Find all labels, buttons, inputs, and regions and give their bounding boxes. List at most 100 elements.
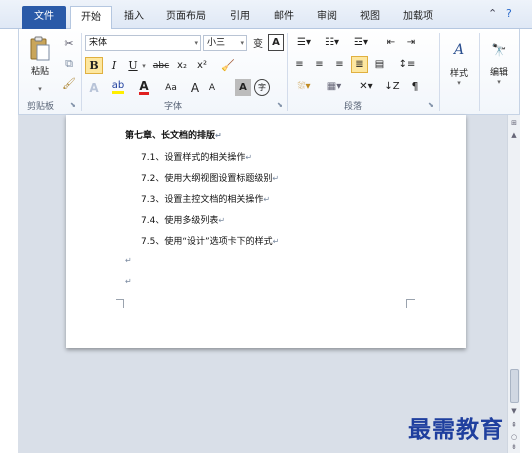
list-item[interactable]: 7.3、设置主控文档的相关操作↵	[141, 192, 270, 205]
document-canvas[interactable]: 第七章、长文档的排版↵ 7.1、设置样式的相关操作↵ 7.2、使用大纲视图设置标…	[18, 115, 507, 453]
align-left-icon[interactable]: ≡	[291, 56, 308, 73]
list-item-text: 7.4、使用多级列表	[141, 216, 219, 226]
underline-dropdown-icon[interactable]: ▾	[140, 57, 148, 74]
font-name-value: 宋体	[89, 38, 108, 48]
document-page[interactable]: 第七章、长文档的排版↵ 7.1、设置样式的相关操作↵ 7.2、使用大纲视图设置标…	[66, 115, 466, 348]
shrink-font-button[interactable]: A	[204, 79, 220, 96]
chapter-heading-text: 第七章、长文档的排版	[125, 131, 216, 141]
align-center-icon[interactable]: ≡	[311, 56, 328, 73]
list-item[interactable]: 7.4、使用多级列表↵	[141, 213, 225, 226]
tab-view[interactable]: 视图	[360, 6, 380, 29]
paragraph-mark-icon: ↵	[272, 237, 280, 246]
change-case-button[interactable]: Aa	[159, 79, 183, 96]
underline-button[interactable]: U	[125, 57, 141, 74]
align-right-icon[interactable]: ≡	[331, 56, 348, 73]
clipboard-icon	[30, 36, 50, 60]
numbering-icon[interactable]: ☷▾	[319, 34, 345, 51]
superscript-button[interactable]: x²	[193, 57, 211, 74]
find-binoculars-icon: 🔭	[491, 42, 507, 57]
font-name-select[interactable]: 宋体 ▾	[85, 35, 201, 51]
clear-formatting-icon[interactable]: 🧹	[219, 57, 237, 74]
paragraph-mark-icon: ↵	[272, 174, 280, 183]
phonetic-guide-button[interactable]: 变	[250, 34, 266, 51]
editing-button[interactable]: 🔭 编辑 ▾	[483, 33, 515, 95]
borders-icon[interactable]: ▦▾	[321, 78, 347, 95]
group-divider	[287, 33, 288, 111]
margin-corner-marker	[406, 299, 415, 308]
increase-indent-icon[interactable]: ⇥	[403, 34, 419, 51]
tab-home[interactable]: 开始	[70, 6, 112, 30]
paragraph-mark-icon: ↵	[218, 216, 226, 225]
grow-font-button[interactable]: A	[187, 79, 203, 96]
decrease-indent-icon[interactable]: ⇤	[383, 34, 399, 51]
tab-review[interactable]: 审阅	[317, 6, 337, 29]
tab-file[interactable]: 文件	[22, 6, 66, 29]
italic-button[interactable]: I	[106, 57, 122, 74]
bullets-icon[interactable]: ☰▾	[291, 34, 317, 51]
scrollbar-thumb[interactable]	[510, 369, 519, 403]
cut-icon[interactable]: ✂	[61, 35, 77, 51]
multilevel-list-icon[interactable]: ☲▾	[347, 34, 375, 51]
text-highlight-icon[interactable]: ab	[107, 79, 129, 96]
subscript-button[interactable]: x₂	[173, 57, 191, 74]
styles-button[interactable]: A 样式 ▾	[443, 33, 475, 95]
ruler-toggle-icon[interactable]: ⊞	[508, 117, 520, 129]
show-hide-marks-icon[interactable]: ¶	[407, 78, 423, 95]
justify-icon[interactable]: ≣	[351, 56, 368, 73]
text-effects-icon[interactable]: A	[85, 79, 103, 96]
sort-icon[interactable]: ↓Z	[383, 78, 401, 95]
group-divider	[479, 33, 480, 111]
font-launcher-icon[interactable]: ⬊	[277, 101, 283, 109]
editing-label: 编辑	[489, 67, 508, 78]
tab-mailings[interactable]: 邮件	[274, 6, 294, 29]
paragraph-mark-icon: ↵	[215, 131, 222, 140]
help-icon[interactable]: ?	[506, 7, 512, 20]
paragraph-group-label: 段落	[344, 102, 363, 112]
character-border-button[interactable]: A	[268, 34, 284, 51]
strikethrough-button[interactable]: abc	[151, 57, 171, 74]
chevron-down-icon: ▾	[457, 78, 461, 87]
ribbon-tab-bar: 文件 开始 插入 页面布局 引用 邮件 审阅 视图 加载项 ⌃ ?	[0, 0, 532, 30]
distributed-icon[interactable]: ▤	[371, 56, 388, 73]
previous-page-icon[interactable]: ⇞	[508, 419, 520, 431]
paste-button[interactable]: 粘贴	[23, 32, 57, 80]
next-page-icon[interactable]: ⇟	[508, 441, 520, 453]
margin-corner-marker	[116, 299, 124, 308]
font-size-value: 小三	[207, 38, 226, 48]
font-color-icon[interactable]: A	[133, 79, 155, 96]
paste-dropdown-icon[interactable]: ▾	[33, 84, 47, 94]
chapter-heading[interactable]: 第七章、长文档的排版↵	[125, 128, 222, 141]
chinese-layout-icon[interactable]: ✕▾	[353, 78, 379, 95]
list-item[interactable]: 7.5、使用“设计”选项卡下的样式↵	[141, 234, 279, 247]
empty-paragraph-mark: ↵	[125, 256, 132, 265]
list-item[interactable]: 7.2、使用大纲视图设置标题级别↵	[141, 171, 279, 184]
paragraph-mark-icon: ↵	[245, 153, 253, 162]
tab-insert[interactable]: 插入	[124, 6, 144, 29]
list-item-text: 7.3、设置主控文档的相关操作	[141, 195, 264, 205]
list-item[interactable]: 7.1、设置样式的相关操作↵	[141, 150, 252, 163]
bold-button[interactable]: B	[85, 57, 103, 74]
paragraph-launcher-icon[interactable]: ⬊	[428, 101, 434, 109]
tab-references[interactable]: 引用	[230, 6, 250, 29]
character-shading-button[interactable]: A	[235, 79, 251, 96]
group-divider	[439, 33, 440, 111]
list-item-text: 7.2、使用大纲视图设置标题级别	[141, 174, 273, 184]
line-spacing-icon[interactable]: ↕≡	[395, 56, 419, 73]
font-size-select[interactable]: 小三 ▾	[203, 35, 247, 51]
copy-icon[interactable]: ⧉	[61, 55, 77, 71]
styles-icon: A	[453, 41, 465, 58]
tab-page-layout[interactable]: 页面布局	[166, 6, 206, 29]
shading-icon[interactable]: ⛆▾	[291, 78, 317, 95]
minimize-ribbon-icon[interactable]: ⌃	[488, 7, 497, 20]
vertical-scrollbar[interactable]: ⊞ ▲ ▼ ⇞ ○ ⇟	[507, 115, 520, 453]
ribbon-home: 粘贴 ▾ ✂ ⧉ 🖌 剪贴板 ⬊ 宋体 ▾ 小三 ▾ 变 A B I U ▾ a…	[18, 29, 520, 115]
clipboard-group-label: 剪贴板	[27, 102, 55, 112]
scroll-down-icon[interactable]: ▼	[508, 405, 520, 417]
scroll-up-icon[interactable]: ▲	[508, 129, 520, 141]
clipboard-launcher-icon[interactable]: ⬊	[70, 101, 76, 109]
tab-addins[interactable]: 加载项	[403, 6, 433, 29]
styles-label: 样式	[449, 68, 468, 79]
empty-paragraph-mark: ↵	[125, 277, 132, 286]
format-painter-icon[interactable]: 🖌	[61, 75, 77, 91]
enclose-characters-button[interactable]: 字	[254, 79, 270, 96]
